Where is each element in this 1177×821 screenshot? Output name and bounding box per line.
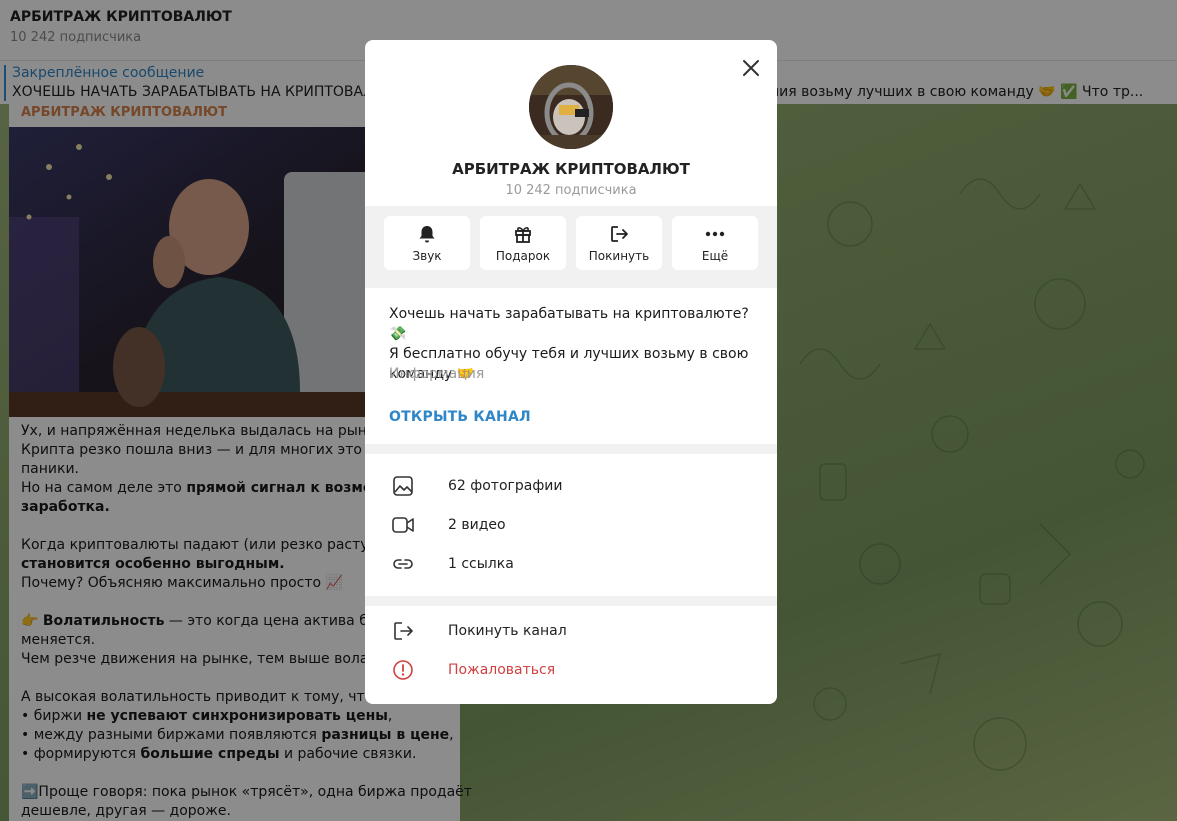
- leave-channel-label: Покинуть канал: [448, 623, 567, 639]
- avatar-image: [529, 65, 613, 149]
- leave-channel-row[interactable]: Покинуть канал: [365, 612, 777, 651]
- link-icon: [393, 559, 413, 569]
- more-label: Ещё: [701, 249, 729, 263]
- channel-info-dialog: АРБИТРАЖ КРИПТОВАЛЮТ 10 242 подписчика З…: [365, 40, 777, 704]
- report-label: Пожаловаться: [448, 662, 556, 678]
- sound-label: Звук: [412, 249, 442, 263]
- gift-label: Подарок: [495, 249, 551, 263]
- open-channel-button[interactable]: ОТКРЫТЬ КАНАЛ: [389, 409, 531, 425]
- description-line: Хочешь начать зарабатывать на криптовалю…: [389, 306, 749, 342]
- section-divider: [365, 596, 777, 606]
- action-bar: Звук Подарок Покинуть Ещё: [365, 206, 777, 288]
- channel-subscribers: 10 242 подписчика: [505, 183, 637, 198]
- photos-count: 62 фотографии: [448, 478, 563, 494]
- report-row[interactable]: Пожаловаться: [365, 651, 777, 690]
- links-count: 1 ссылка: [448, 556, 514, 572]
- gift-icon: [515, 227, 531, 243]
- about-section: Хочешь начать зарабатывать на криптовалю…: [365, 288, 777, 444]
- section-divider: [365, 444, 777, 454]
- videos-row[interactable]: 2 видео: [365, 506, 777, 545]
- report-icon: [393, 660, 413, 680]
- info-label: Информация: [389, 366, 485, 382]
- leave-button[interactable]: Покинуть: [576, 216, 662, 270]
- more-button[interactable]: Ещё: [672, 216, 758, 270]
- leave-label: Покинуть: [588, 249, 650, 263]
- channel-name: АРБИТРАЖ КРИПТОВАЛЮТ: [452, 160, 690, 178]
- video-icon: [392, 517, 414, 533]
- more-icon: [705, 231, 725, 237]
- sound-button[interactable]: Звук: [384, 216, 470, 270]
- gift-button[interactable]: Подарок: [480, 216, 566, 270]
- leave-icon: [611, 226, 628, 242]
- photos-row[interactable]: 62 фотографии: [365, 467, 777, 506]
- videos-count: 2 видео: [448, 517, 506, 533]
- bell-icon: [419, 226, 435, 243]
- links-row[interactable]: 1 ссылка: [365, 545, 777, 584]
- description-line: Я бесплатно обучу тебя и лучших возьму в…: [389, 346, 749, 362]
- channel-avatar[interactable]: [529, 65, 613, 149]
- app-window: АРБИТРАЖ КРИПТОВАЛЮТ 10 242 подписчика З…: [0, 0, 1177, 821]
- close-icon: [743, 60, 759, 76]
- photo-icon: [393, 476, 413, 496]
- close-button[interactable]: [739, 56, 763, 80]
- leave-channel-icon: [394, 622, 413, 640]
